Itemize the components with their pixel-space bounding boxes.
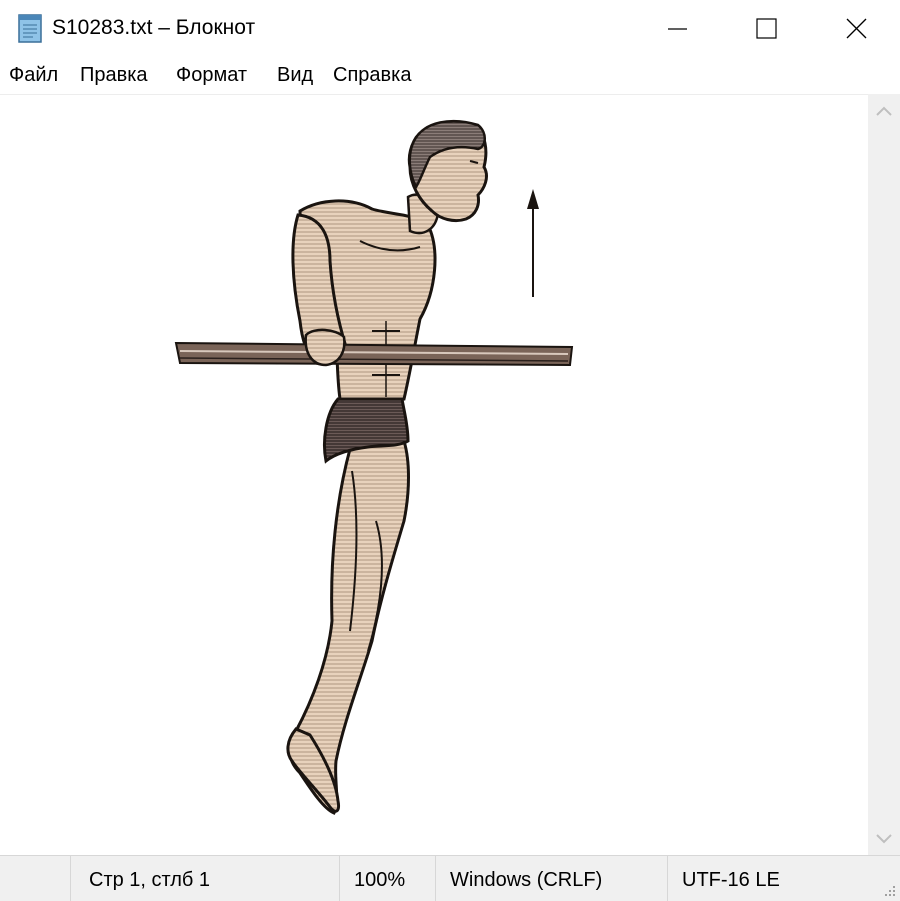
menu-help[interactable]: Справка	[333, 64, 411, 87]
menu-format[interactable]: Формат	[176, 64, 247, 87]
close-button[interactable]	[812, 0, 900, 58]
notepad-app-icon	[18, 14, 42, 43]
maximize-icon	[756, 18, 777, 39]
status-cursor-position: Стр 1, стлб 1	[89, 869, 211, 891]
vertical-scrollbar[interactable]	[868, 94, 900, 855]
status-zoom: 100%	[354, 869, 406, 891]
status-separator	[70, 856, 71, 901]
minimize-icon	[668, 28, 687, 30]
status-line-endings: Windows (CRLF)	[450, 869, 603, 891]
window-title: S10283.txt – Блокнот	[52, 16, 256, 39]
parallel-bar	[174, 341, 574, 367]
status-separator	[339, 856, 340, 901]
close-icon	[846, 18, 867, 39]
menu-file[interactable]: Файл	[9, 64, 58, 87]
status-separator	[435, 856, 436, 901]
scroll-down-icon[interactable]	[874, 828, 894, 848]
text-editor-area[interactable]	[0, 94, 868, 856]
title-bar: S10283.txt – Блокнот	[0, 0, 900, 58]
maximize-button[interactable]	[722, 0, 812, 58]
menu-bar: Файл Правка Формат Вид Справка	[0, 58, 900, 94]
up-arrow-icon	[527, 189, 539, 297]
minimize-button[interactable]	[632, 0, 722, 58]
status-bar: Стр 1, стлб 1 100% Windows (CRLF) UTF-16…	[0, 855, 900, 901]
status-encoding: UTF-16 LE	[682, 869, 780, 891]
resize-grip-icon[interactable]	[881, 882, 897, 898]
scroll-up-icon[interactable]	[874, 102, 894, 122]
menu-edit[interactable]: Правка	[80, 64, 148, 87]
status-separator	[667, 856, 668, 901]
menu-view[interactable]: Вид	[277, 64, 313, 87]
figure-illustration	[174, 119, 574, 815]
